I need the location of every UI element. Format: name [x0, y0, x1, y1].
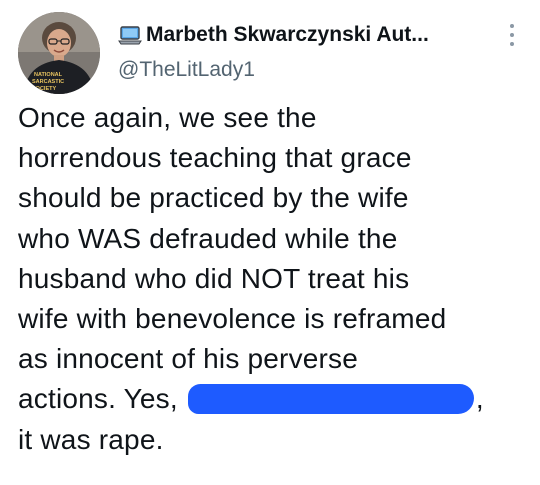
- shirt-text-1: NATIONAL: [34, 72, 63, 78]
- more-options-button[interactable]: [506, 24, 518, 46]
- tweet-line: Once again, we see the: [18, 102, 317, 133]
- author-block: Marbeth Skwarczynski Aut... @TheLitLady1: [118, 20, 498, 82]
- tweet-line: should be practiced by the wife: [18, 182, 409, 214]
- more-dot-icon: [510, 33, 514, 37]
- tweet-line-suffix: ,: [475, 383, 484, 415]
- avatar[interactable]: NATIONAL SARCASTIC SOCIETY: [18, 12, 100, 94]
- avatar-image: NATIONAL SARCASTIC SOCIETY: [18, 12, 100, 94]
- tweet-line: it was rape.: [18, 423, 164, 455]
- more-dot-icon: [510, 42, 514, 46]
- redaction-mark: [187, 384, 474, 415]
- shirt-text-2: SARCASTIC: [32, 79, 64, 85]
- tweet-line: horrendous teaching that grace: [18, 142, 412, 174]
- tweet-line-prefix: actions. Yes,: [18, 383, 178, 415]
- more-dot-icon: [510, 24, 514, 28]
- tweet-line: as innocent of his perverse: [18, 343, 359, 375]
- tweet-line-redacted: actions. Yes, ,: [18, 379, 530, 419]
- laptop-icon: [118, 26, 142, 45]
- display-name[interactable]: Marbeth Skwarczynski Aut...: [146, 23, 429, 47]
- tweet-line: husband who did NOT treat his: [18, 262, 410, 294]
- tweet-line: who WAS defrauded while the: [18, 222, 398, 254]
- shirt-text-3: SOCIETY: [32, 86, 56, 92]
- tweet-line: wife with benevolence is reframed: [18, 303, 447, 335]
- name-row[interactable]: Marbeth Skwarczynski Aut...: [118, 20, 498, 50]
- tweet-card: NATIONAL SARCASTIC SOCIETY Marbeth Skwar…: [0, 0, 540, 485]
- user-handle[interactable]: @TheLitLady1: [118, 58, 498, 82]
- tweet-text: Once again, we see the horrendous teachi…: [18, 98, 530, 460]
